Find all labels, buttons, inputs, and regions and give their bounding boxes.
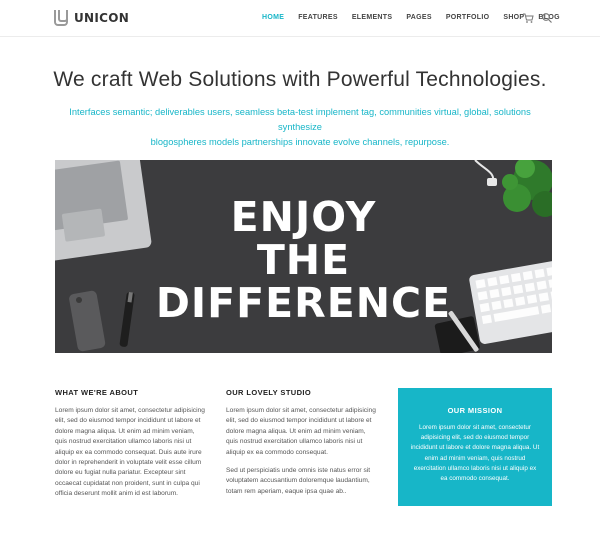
banner-line-3: DIFFERENCE [155,279,452,327]
studio-column: OUR LOVELY STUDIO Lorem ipsum dolor sit … [226,388,378,497]
mission-box: OUR MISSION Lorem ipsum dolor sit amet, … [398,388,552,506]
nav-item-home[interactable]: HOME [262,14,284,21]
cart-icon[interactable] [522,12,534,24]
logo[interactable]: UNICON [54,10,129,26]
logo-text: UNICON [74,11,130,25]
intro-line-2: blogospheres models partnerships innovat… [150,137,450,147]
mission-text: Lorem ipsum dolor sit amet, consectetur … [410,424,540,483]
intro-text: Interfaces semantic; deliverables users,… [50,105,550,150]
banner-line-1: ENJOY [230,193,377,241]
nav-item-elements[interactable]: ELEMENTS [352,14,393,21]
banner-line-2: THE [256,236,351,284]
site-header: UNICON HOME FEATURES ELEMENTS PAGES PORT… [0,0,600,37]
studio-text-1: Lorem ipsum dolor sit amet, consectetur … [226,407,376,456]
nav-item-pages[interactable]: PAGES [406,14,432,21]
logo-icon [54,10,68,26]
search-icon[interactable] [541,12,553,24]
nav-item-portfolio[interactable]: PORTFOLIO [446,14,490,21]
page-headline: We craft Web Solutions with Powerful Tec… [53,68,547,91]
intro-line-1: Interfaces semantic; deliverables users,… [69,107,531,132]
about-title: WHAT WE'RE ABOUT [55,388,139,397]
about-column: WHAT WE'RE ABOUT Lorem ipsum dolor sit a… [55,388,205,500]
studio-text-2: Sed ut perspiciatis unde omnis iste natu… [226,467,371,495]
hero-banner: ENJOY THE DIFFERENCE [55,160,552,353]
banner-headline: ENJOY THE DIFFERENCE [55,196,552,325]
mission-title: OUR MISSION [447,406,503,415]
about-text: Lorem ipsum dolor sit amet, consectetur … [55,407,205,498]
studio-title: OUR LOVELY STUDIO [226,388,312,397]
nav-item-features[interactable]: FEATURES [298,14,338,21]
